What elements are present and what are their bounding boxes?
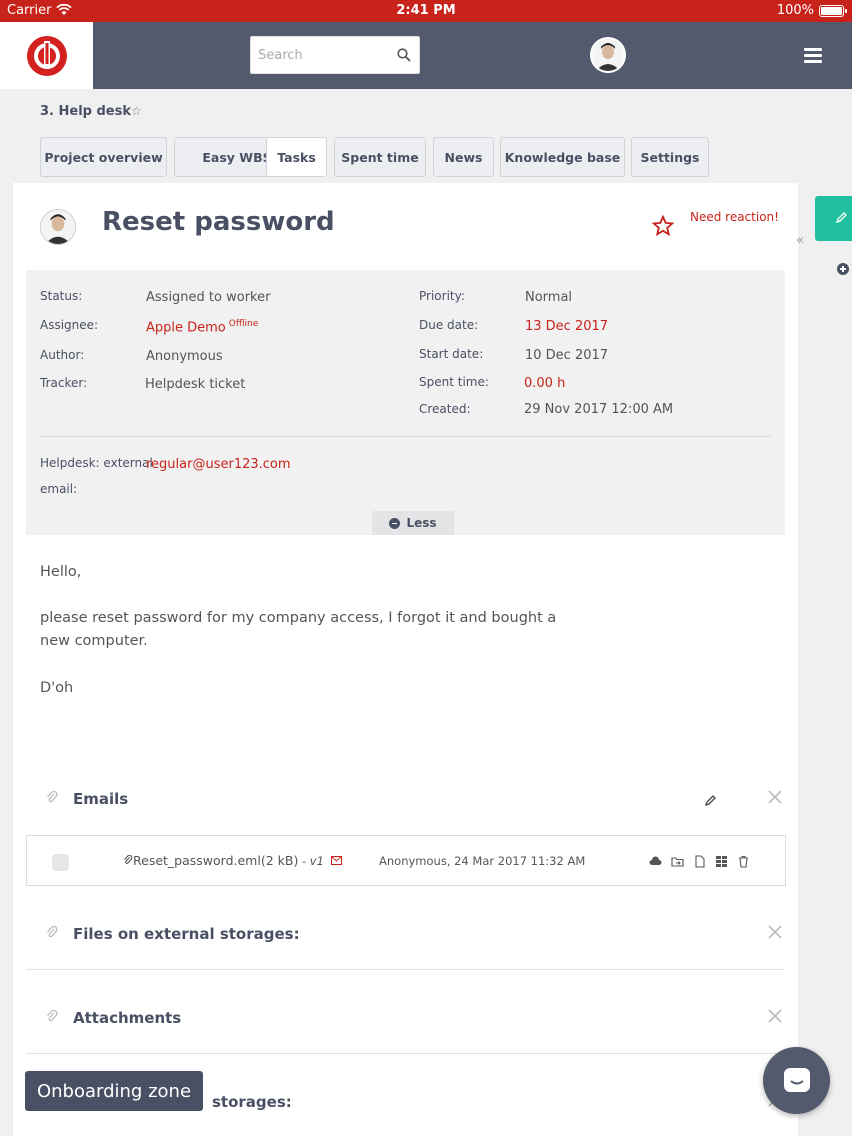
start-date-value[interactable]: 10 Dec 2017 [525, 348, 608, 363]
due-date-value[interactable]: 13 Dec 2017 [525, 319, 608, 334]
description-line: new computer. [40, 633, 148, 649]
assignee-label: Assignee: [40, 318, 99, 332]
email-meta: Anonymous, 24 Mar 2017 11:32 AM [379, 854, 586, 868]
menu-icon[interactable] [804, 48, 822, 63]
priority-label: Priority: [419, 289, 465, 303]
description-line: please reset password for my company acc… [40, 610, 557, 626]
tab-news[interactable]: News [433, 137, 494, 177]
attributes-divider [40, 436, 772, 437]
email-file-link[interactable]: Reset_password.eml(2 kB) - v1 [123, 853, 342, 868]
created-label: Created: [419, 402, 471, 416]
top-bar [0, 22, 852, 89]
envelope-icon [330, 856, 342, 865]
email-version: - v1 [298, 854, 324, 868]
description-line: Hello, [40, 564, 82, 580]
helpdesk-email-value[interactable]: regular@user123.com [146, 457, 291, 472]
start-date-label: Start date: [419, 347, 484, 361]
section-divider [26, 969, 785, 970]
edit-rail-button[interactable] [815, 196, 852, 241]
breadcrumb[interactable]: 3. Help desk☆ [40, 104, 142, 119]
tab-spent-time[interactable]: Spent time [334, 137, 426, 177]
pencil-icon [835, 212, 847, 224]
close-icon[interactable] [768, 790, 782, 804]
issue-title: Reset password [102, 207, 335, 237]
author-value: Anonymous [146, 349, 223, 364]
chat-icon [784, 1068, 810, 1092]
folder-move-icon[interactable] [671, 853, 684, 867]
less-label: Less [406, 516, 437, 530]
tab-project-overview[interactable]: Project overview [40, 137, 167, 177]
section-divider [26, 1053, 785, 1054]
storages-title: storages: [212, 1093, 292, 1111]
battery-icon [819, 5, 847, 17]
issue-card: Reset password Need reaction! « Status: … [13, 183, 804, 1136]
attachments-section-header: Attachments [26, 987, 785, 1057]
helpdesk-email-label: Helpdesk: external [40, 456, 153, 470]
status-bar: Carrier 2:41 PM 100% [0, 0, 852, 22]
spent-time-value[interactable]: 0.00 h [524, 376, 565, 391]
logo-area[interactable] [0, 22, 93, 89]
tracker-value[interactable]: Helpdesk ticket [145, 377, 245, 392]
tracker-label: Tracker: [40, 376, 88, 390]
assignee-name[interactable]: Apple Demo [146, 320, 226, 335]
add-icon[interactable] [837, 263, 849, 275]
description-line: D'oh [40, 680, 74, 696]
clock: 2:41 PM [396, 3, 456, 18]
app-logo-icon [27, 36, 67, 76]
email-row[interactable]: Reset_password.eml(2 kB) - v1 Anonymous,… [26, 835, 786, 886]
email-filename[interactable]: Reset_password.eml [133, 853, 261, 868]
minus-circle-icon [389, 517, 401, 529]
document-icon[interactable] [693, 853, 706, 868]
email-actions [649, 853, 750, 868]
cloud-icon[interactable] [649, 853, 662, 866]
external-files-title: Files on external storages: [73, 925, 300, 943]
spent-time-label: Spent time: [419, 375, 489, 389]
emails-title: Emails [73, 790, 129, 808]
helpdesk-email-label-2: email: [40, 482, 78, 496]
close-icon[interactable] [768, 925, 782, 939]
author-avatar [40, 209, 76, 245]
onboarding-zone-button[interactable]: Onboarding zone [25, 1071, 203, 1111]
tab-knowledge-base[interactable]: Knowledge base [500, 137, 625, 177]
search-icon[interactable] [397, 48, 411, 62]
paperclip-icon [124, 854, 133, 864]
paperclip-icon [46, 1009, 58, 1028]
tab-settings[interactable]: Settings [631, 137, 709, 177]
user-avatar[interactable] [590, 37, 626, 73]
edit-pencil-icon[interactable] [704, 794, 717, 807]
paperclip-icon [46, 790, 58, 809]
status-value[interactable]: Assigned to worker [146, 290, 270, 305]
search-box [250, 36, 420, 74]
due-date-label: Due date: [419, 318, 479, 332]
less-button[interactable]: Less [372, 511, 454, 535]
issue-attributes: Status: Assigned to worker Assignee: App… [26, 270, 785, 535]
status-label: Status: [40, 289, 83, 303]
offline-badge: Offline [228, 319, 259, 329]
created-value: 29 Nov 2017 12:00 AM [524, 402, 674, 417]
search-input[interactable] [251, 37, 391, 73]
close-icon[interactable] [768, 1009, 782, 1023]
priority-value[interactable]: Normal [525, 290, 572, 305]
tab-tasks[interactable]: Tasks [266, 137, 327, 177]
external-files-section-header: Files on external storages: [26, 903, 785, 973]
attachments-title: Attachments [73, 1009, 182, 1027]
paperclip-icon [46, 925, 58, 944]
collapse-sidebar-icon[interactable]: « [796, 233, 804, 248]
emails-section-header: Emails [26, 768, 785, 838]
watch-star-icon[interactable] [652, 215, 674, 237]
trash-icon[interactable] [737, 853, 750, 868]
assignee-value[interactable]: Apple Demo Offline [146, 319, 258, 335]
breadcrumb-project[interactable]: 3. Help desk [40, 104, 131, 119]
email-size: (2 kB) [260, 853, 299, 868]
row-checkbox[interactable] [52, 854, 69, 871]
favorite-star-icon[interactable]: ☆ [131, 104, 142, 118]
battery-percent: 100% [776, 3, 814, 18]
chat-button[interactable] [763, 1047, 830, 1114]
grid-view-icon[interactable] [715, 853, 728, 867]
author-label: Author: [40, 348, 85, 362]
need-reaction-badge: Need reaction! [690, 210, 779, 224]
